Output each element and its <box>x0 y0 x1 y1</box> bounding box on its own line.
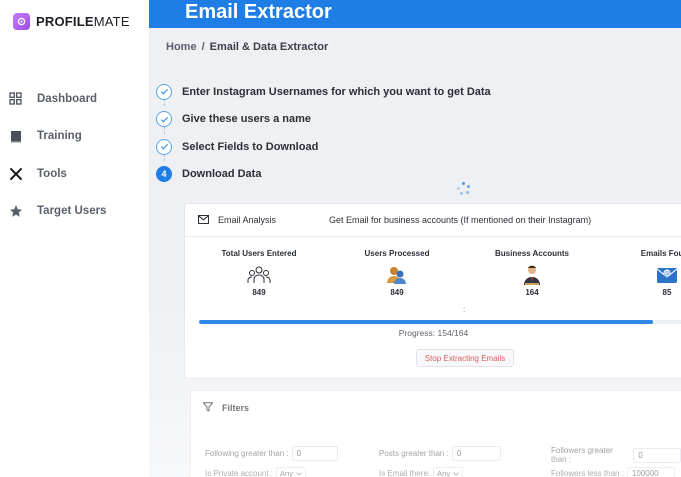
filters-header[interactable]: Filters <box>191 391 681 414</box>
brand-name: PROFILEMATE <box>36 14 130 29</box>
progress-bar <box>199 320 681 324</box>
filter-row: Followers less than : 100000 <box>551 467 675 477</box>
step-3[interactable]: Select Fields to Download <box>156 133 491 161</box>
breadcrumb-current: Email & Data Extractor <box>209 41 329 53</box>
stat-emails-found: Emails Found @ 85 <box>607 249 681 297</box>
stat-value: 849 <box>390 288 404 297</box>
sidebar-nav: Dashboard Training Tools Target Users <box>0 80 149 230</box>
sidebar-item-training[interactable]: Training <box>0 118 149 156</box>
stat-label: Business Accounts <box>495 249 569 258</box>
sidebar-item-dashboard[interactable]: Dashboard <box>0 80 149 118</box>
filter-row: Posts greater than : 0 <box>379 446 501 461</box>
step-label: Download Data <box>182 168 262 181</box>
check-icon <box>156 138 172 155</box>
check-icon <box>156 83 172 100</box>
stat-value: 164 <box>525 288 539 297</box>
followers-greater-than-input[interactable]: 0 <box>633 447 681 463</box>
stop-extracting-button[interactable]: Stop Extracting Emails <box>416 349 514 367</box>
filter-label: Followers greater than : <box>551 446 613 464</box>
chevron-down-icon <box>453 471 459 476</box>
filters-card: Filters Following greater than : 0 Posts… <box>190 390 681 477</box>
select-value: Any <box>437 469 451 477</box>
filter-label: Following greater than : <box>205 449 289 458</box>
progress-fill <box>199 320 653 324</box>
tools-icon <box>8 166 23 181</box>
is-private-select[interactable]: Any <box>276 467 306 477</box>
step-1[interactable]: Enter Instagram Usernames for which you … <box>156 78 491 106</box>
star-icon <box>8 204 23 219</box>
step-label: Enter Instagram Usernames for which you … <box>182 85 491 98</box>
stat-value: 85 <box>662 288 672 297</box>
followers-less-than-input[interactable]: 100000 <box>626 467 675 477</box>
users-processed-icon <box>337 264 457 286</box>
progress-text: Progress: 154/164 <box>398 328 469 338</box>
brand-logo[interactable]: PROFILEMATE <box>13 13 130 30</box>
step-2[interactable]: Give these users a name <box>156 106 491 134</box>
business-person-icon <box>472 264 592 286</box>
page-title: Email Extractor <box>185 1 332 23</box>
stat-label: Users Processed <box>364 249 430 258</box>
filter-label: Is Private account : <box>205 469 274 477</box>
users-group-icon <box>199 264 319 286</box>
svg-text:@: @ <box>664 270 670 277</box>
filter-label: Is Email there: <box>379 469 431 477</box>
breadcrumb: Home / Email & Data Extractor <box>166 41 328 53</box>
stat-label: Total Users Entered <box>221 249 297 258</box>
stat-label: Emails Found <box>640 249 681 258</box>
step-label: Give these users a name <box>182 113 312 126</box>
filter-row: Is Private account : Any <box>205 467 306 477</box>
stat-business-accounts: Business Accounts 164 <box>472 249 592 297</box>
sidebar-item-label: Target Users <box>37 205 107 218</box>
check-icon <box>156 111 172 128</box>
select-value: Any <box>280 469 293 477</box>
sidebar-item-tools[interactable]: Tools <box>0 155 149 193</box>
mail-icon <box>198 214 209 226</box>
stats-separator: : <box>463 305 466 314</box>
sidebar-item-label: Tools <box>37 167 67 180</box>
brand-mark-icon <box>13 13 30 30</box>
filter-label: Followers less than : <box>551 469 624 477</box>
grid-icon <box>8 91 23 106</box>
following-greater-than-input[interactable]: 0 <box>291 446 338 461</box>
email-envelope-icon: @ <box>607 264 681 286</box>
loading-spinner-icon <box>457 182 471 196</box>
page-header: Email Extractor <box>149 0 681 28</box>
posts-greater-than-input[interactable]: 0 <box>451 446 501 461</box>
card-description: Get Email for business accounts (If ment… <box>329 215 592 225</box>
sidebar-item-label: Training <box>37 130 82 143</box>
card-header: Email Analysis Get Email for business ac… <box>185 204 681 237</box>
breadcrumb-home[interactable]: Home <box>166 41 197 53</box>
chevron-down-icon <box>296 471 302 476</box>
stat-value: 849 <box>252 288 266 297</box>
book-icon <box>8 129 23 144</box>
filter-row: Following greater than : 0 <box>205 446 338 461</box>
step-label: Select Fields to Download <box>182 140 319 153</box>
stat-users-processed: Users Processed 849 <box>337 249 457 297</box>
stepper: Enter Instagram Usernames for which you … <box>156 78 491 188</box>
is-email-there-select[interactable]: Any <box>433 467 464 477</box>
filters-title: Filters <box>222 403 250 413</box>
filter-row: Followers greater than : 0 <box>551 446 681 464</box>
filter-funnel-icon <box>202 402 214 414</box>
stat-total-users: Total Users Entered 849 <box>199 249 319 297</box>
email-analysis-card: Email Analysis Get Email for business ac… <box>184 203 681 379</box>
card-title: Email Analysis <box>218 215 277 225</box>
step-number: 4 <box>156 166 172 183</box>
stats-row: Total Users Entered 849 Users Processed … <box>185 249 681 309</box>
sidebar-item-target-users[interactable]: Target Users <box>0 193 149 231</box>
sidebar-item-label: Dashboard <box>37 92 98 105</box>
sidebar: PROFILEMATE Dashboard Training Tools Tar… <box>0 0 149 477</box>
breadcrumb-separator: / <box>201 41 205 53</box>
step-4[interactable]: 4 Download Data <box>156 161 491 189</box>
filter-label: Posts greater than : <box>379 449 449 458</box>
filter-row: Is Email there: Any <box>379 467 464 477</box>
